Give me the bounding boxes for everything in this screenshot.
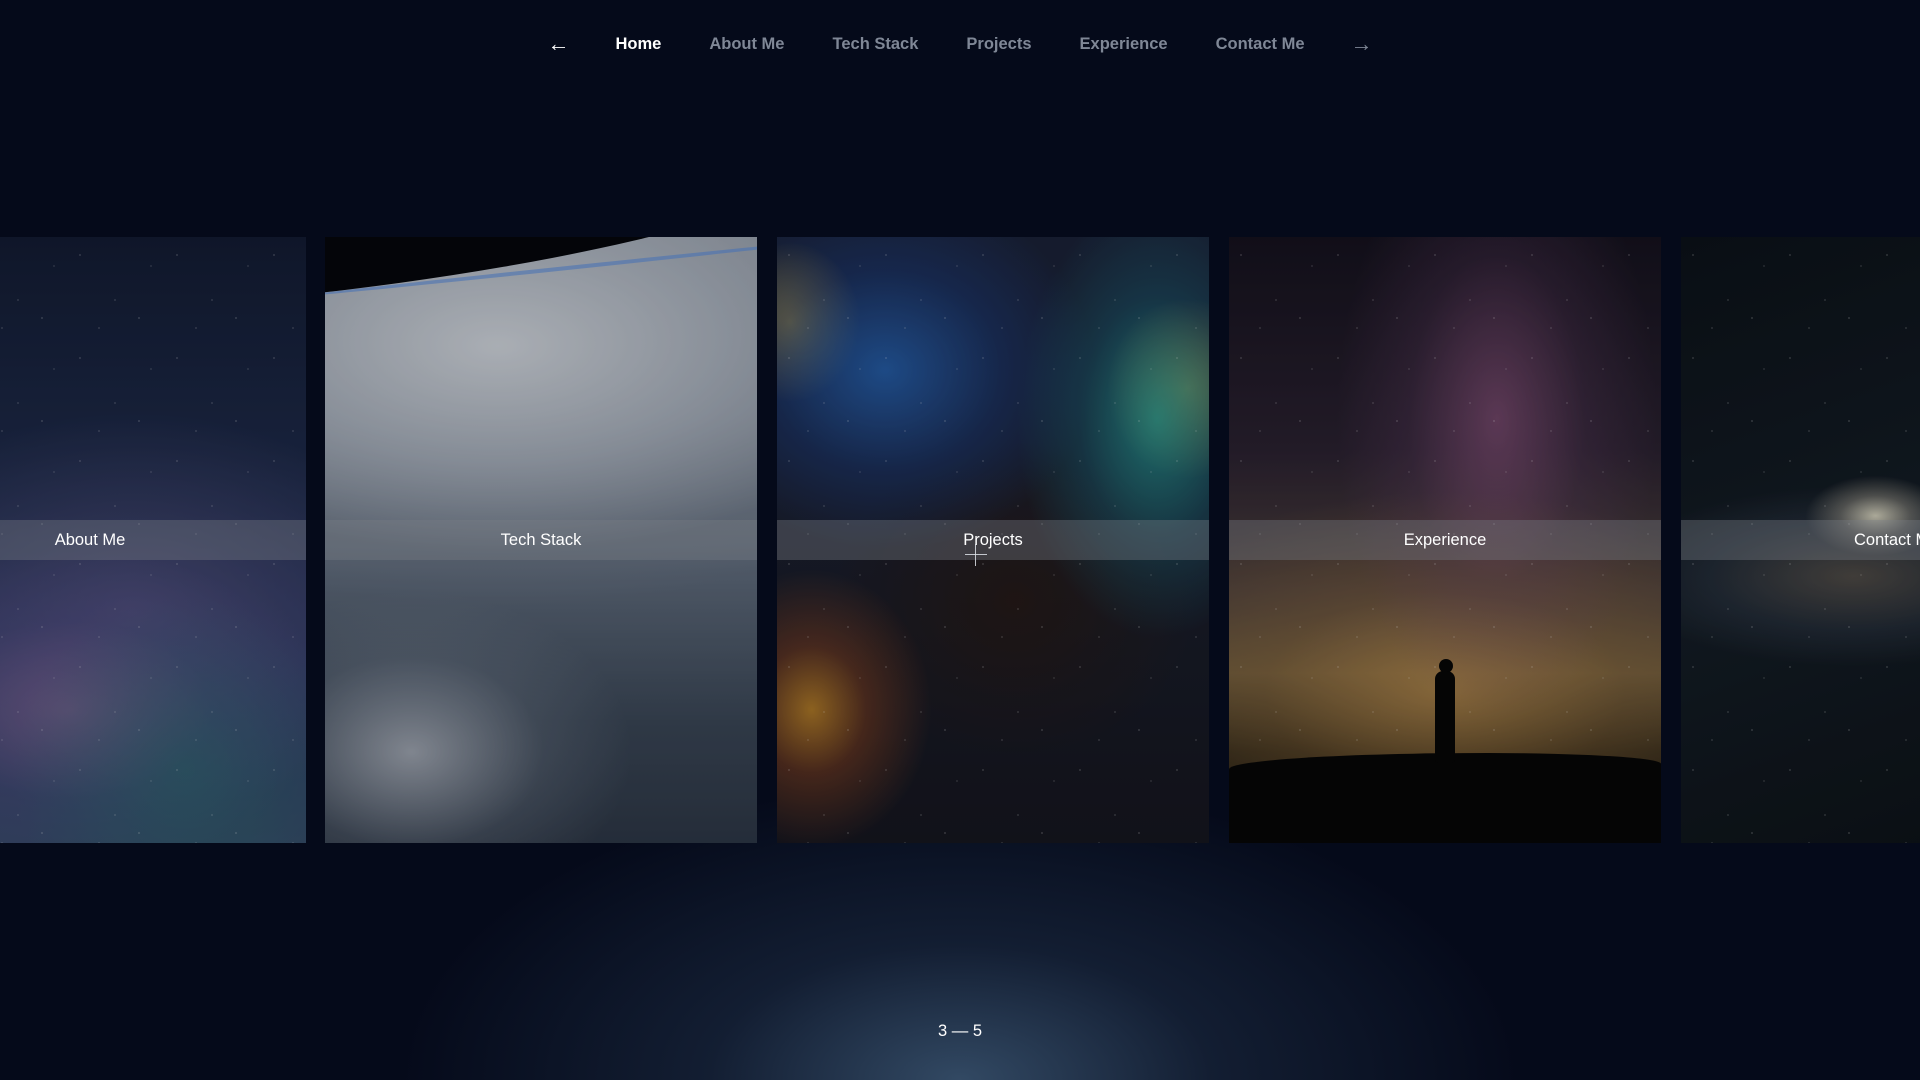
slide-label-band: Contact Me bbox=[1681, 520, 1920, 560]
slide-label-band: About Me bbox=[0, 520, 306, 560]
nav-item-experience[interactable]: Experience bbox=[1056, 26, 1192, 62]
slide-projects[interactable]: Projects bbox=[777, 237, 1209, 843]
slide-tech-stack[interactable]: Tech Stack bbox=[325, 237, 757, 843]
slide-label: About Me bbox=[54, 530, 126, 549]
slide-label-band: Experience bbox=[1229, 520, 1661, 560]
nav-prev-arrow-icon[interactable]: ← bbox=[525, 26, 591, 62]
nav-item-tech-stack[interactable]: Tech Stack bbox=[808, 26, 942, 62]
slide-label: Tech Stack bbox=[500, 530, 582, 549]
slide-about-me[interactable]: About Me bbox=[0, 237, 306, 843]
slide-label-band: Projects bbox=[777, 520, 1209, 560]
slider-track: About Me Tech Stack Projects Experience … bbox=[0, 237, 1920, 843]
slide-label-band: Tech Stack bbox=[325, 520, 757, 560]
nav-item-contact-me[interactable]: Contact Me bbox=[1192, 26, 1329, 62]
page: ← Home About Me Tech Stack Projects Expe… bbox=[0, 0, 1920, 1080]
nav-item-home[interactable]: Home bbox=[591, 26, 685, 62]
nav-item-projects[interactable]: Projects bbox=[942, 26, 1055, 62]
slide-label: Experience bbox=[1403, 530, 1487, 549]
top-nav: ← Home About Me Tech Stack Projects Expe… bbox=[0, 26, 1920, 62]
slide-counter: 3 — 5 bbox=[937, 1022, 983, 1040]
slide-label: Contact Me bbox=[1854, 530, 1920, 549]
crosshair-cursor-icon bbox=[965, 544, 987, 566]
nav-next-arrow-icon[interactable]: → bbox=[1329, 26, 1395, 62]
nav-item-about-me[interactable]: About Me bbox=[685, 26, 808, 62]
slide-contact-me[interactable]: Contact Me bbox=[1681, 237, 1920, 843]
slide-experience[interactable]: Experience bbox=[1229, 237, 1661, 843]
